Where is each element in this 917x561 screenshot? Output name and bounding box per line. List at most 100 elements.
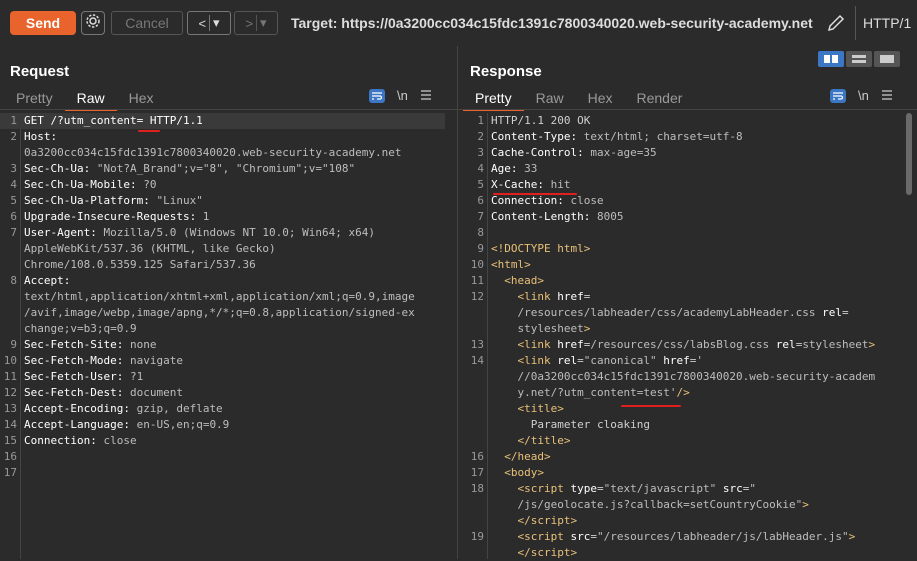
code-line: AppleWebKit/537.36 (KHTML, like Gecko) bbox=[0, 241, 445, 257]
code-text: </script> bbox=[517, 514, 578, 527]
code-text: 0a3200cc034c15fdc1391c7800340020.web-sec… bbox=[24, 146, 402, 159]
tab-render[interactable]: Render bbox=[625, 88, 695, 109]
code-line: 14 Accept-Language: en-US,en;q=0.9 bbox=[0, 417, 445, 433]
code-text: Sec-Ch-Ua-Mobile: ?0 bbox=[24, 178, 157, 191]
line-number: 14 bbox=[470, 354, 484, 367]
edit-target-button[interactable] bbox=[826, 13, 846, 33]
line-number: 15 bbox=[3, 434, 17, 447]
line-number: 13 bbox=[470, 338, 484, 351]
code-line: 13 Accept-Encoding: gzip, deflate bbox=[0, 401, 445, 417]
code-text: </title> bbox=[517, 434, 571, 447]
code-text: Host: bbox=[24, 130, 58, 143]
code-line: 11 Sec-Fetch-User: ?1 bbox=[0, 369, 445, 385]
line-number: 12 bbox=[470, 290, 484, 303]
line-number: 16 bbox=[3, 450, 17, 463]
line-number: 12 bbox=[3, 386, 17, 399]
code-line: 6 Upgrade-Insecure-Requests: 1 bbox=[0, 209, 445, 225]
code-text: <link rel="canonical" href=' bbox=[517, 354, 703, 367]
line-number: 5 bbox=[477, 178, 484, 191]
cancel-button[interactable]: Cancel bbox=[111, 11, 183, 35]
annotation-underline bbox=[138, 130, 160, 132]
code-text: <script src="/resources/labheader/js/lab… bbox=[517, 530, 856, 543]
code-text: Content-Length: 8005 bbox=[491, 210, 624, 223]
code-line: 7 User-Agent: Mozilla/5.0 (Windows NT 10.… bbox=[0, 225, 445, 241]
code-text: <html> bbox=[491, 258, 531, 271]
code-text: Upgrade-Insecure-Requests: 1 bbox=[24, 210, 210, 223]
line-number: 18 bbox=[470, 482, 484, 495]
code-text: Content-Type: text/html; charset=utf-8 bbox=[491, 130, 743, 143]
menu-icon[interactable] bbox=[420, 88, 432, 103]
code-line: 16 bbox=[0, 449, 445, 465]
code-line: change;v=b3;q=0.9 bbox=[0, 321, 445, 337]
line-number: 5 bbox=[10, 194, 17, 207]
code-line: 12 Sec-Fetch-Dest: document bbox=[0, 385, 445, 401]
settings-button[interactable] bbox=[81, 11, 105, 35]
newline-toggle-icon[interactable]: \n bbox=[858, 88, 869, 103]
response-editor[interactable]: 1 HTTP/1.1 200 OK 2 Content-Type: text/html… bbox=[467, 113, 917, 559]
code-line: /avif,image/webp,image/apng,*/*;q=0.8,ap… bbox=[0, 305, 445, 321]
code-text: Age: 33 bbox=[491, 162, 538, 175]
http-version-selector[interactable]: HTTP/1 bbox=[863, 15, 917, 31]
code-text: /js/geolocate.js?callback=setCountryCook… bbox=[517, 498, 809, 511]
code-text: <title> bbox=[517, 402, 564, 415]
back-button[interactable]: < ▾ bbox=[187, 11, 231, 35]
tab-raw[interactable]: Raw bbox=[524, 88, 576, 109]
dropdown-icon[interactable]: ▾ bbox=[213, 15, 220, 31]
code-line: 2 Host: bbox=[0, 129, 445, 145]
code-text: Sec-Fetch-Dest: document bbox=[24, 386, 183, 399]
code-text: Sec-Ch-Ua: "Not?A_Brand";v="8", "Chromiu… bbox=[24, 162, 356, 175]
layout-side-by-side-button[interactable] bbox=[818, 51, 844, 67]
newline-toggle-icon[interactable]: \n bbox=[397, 88, 408, 103]
line-number: 1 bbox=[477, 114, 484, 127]
line-number: 11 bbox=[470, 274, 484, 287]
request-tabs: Pretty Raw Hex bbox=[4, 88, 166, 111]
code-text: <script type="text/javascript" src=" bbox=[517, 482, 756, 495]
line-number: 11 bbox=[3, 370, 17, 383]
code-text: Sec-Fetch-Site: none bbox=[24, 338, 157, 351]
line-number: 4 bbox=[477, 162, 484, 175]
line-number: 16 bbox=[470, 450, 484, 463]
wrap-toggle-icon[interactable] bbox=[830, 88, 846, 103]
dropdown-icon[interactable]: ▾ bbox=[260, 15, 267, 31]
tab-raw[interactable]: Raw bbox=[64, 88, 117, 111]
code-text: AppleWebKit/537.36 (KHTML, like Gecko) bbox=[24, 242, 276, 255]
response-scrollbar[interactable] bbox=[906, 113, 912, 195]
code-text: text/html,application/xhtml+xml,applicat… bbox=[24, 290, 415, 303]
line-number: 10 bbox=[3, 354, 17, 367]
code-text: X-Cache: hit bbox=[491, 178, 571, 191]
layout-stacked-button[interactable] bbox=[846, 51, 872, 67]
line-number: 9 bbox=[477, 242, 484, 255]
code-text: Sec-Fetch-User: ?1 bbox=[24, 370, 144, 383]
forward-button[interactable]: > ▾ bbox=[234, 11, 278, 35]
line-number: 2 bbox=[10, 130, 17, 143]
gear-icon bbox=[85, 13, 101, 34]
menu-icon[interactable] bbox=[881, 88, 893, 103]
tab-pretty[interactable]: Pretty bbox=[463, 88, 524, 111]
wrap-toggle-icon[interactable] bbox=[369, 88, 385, 103]
code-line: 8 Accept: bbox=[0, 273, 445, 289]
code-line: 17 bbox=[0, 465, 445, 481]
tab-hex[interactable]: Hex bbox=[576, 88, 625, 109]
line-number: 6 bbox=[10, 210, 17, 223]
tab-pretty[interactable]: Pretty bbox=[4, 88, 65, 109]
code-line: 0a3200cc034c15fdc1391c7800340020.web-sec… bbox=[0, 145, 445, 161]
code-text: Chrome/108.0.5359.125 Safari/537.36 bbox=[24, 258, 256, 271]
line-number: 4 bbox=[10, 178, 17, 191]
code-text: GET /?utm_content= HTTP/1.1 bbox=[24, 114, 203, 127]
chevron-right-icon: > bbox=[245, 15, 254, 31]
code-text: Accept-Language: en-US,en;q=0.9 bbox=[24, 418, 230, 431]
tab-divider bbox=[458, 109, 917, 110]
code-line: 3 Sec-Ch-Ua: "Not?A_Brand";v="8", "Chromi… bbox=[0, 161, 445, 177]
line-number: 8 bbox=[10, 274, 17, 287]
pane-divider[interactable] bbox=[457, 46, 458, 559]
code-text: <!DOCTYPE html> bbox=[491, 242, 591, 255]
request-editor[interactable]: 1 GET /?utm_content= HTTP/1.1 2 Host: 0a3200… bbox=[0, 113, 457, 559]
response-tabs: Pretty Raw Hex Render bbox=[463, 88, 695, 111]
send-button[interactable]: Send bbox=[10, 11, 76, 35]
layout-tabs-button[interactable] bbox=[874, 51, 900, 67]
code-text: stylesheet> bbox=[517, 322, 591, 335]
code-text: <link href= bbox=[517, 290, 591, 303]
layout-switcher bbox=[818, 51, 900, 67]
code-text: y.net/?utm_content=test'/> bbox=[517, 386, 690, 399]
tab-hex[interactable]: Hex bbox=[117, 88, 166, 109]
